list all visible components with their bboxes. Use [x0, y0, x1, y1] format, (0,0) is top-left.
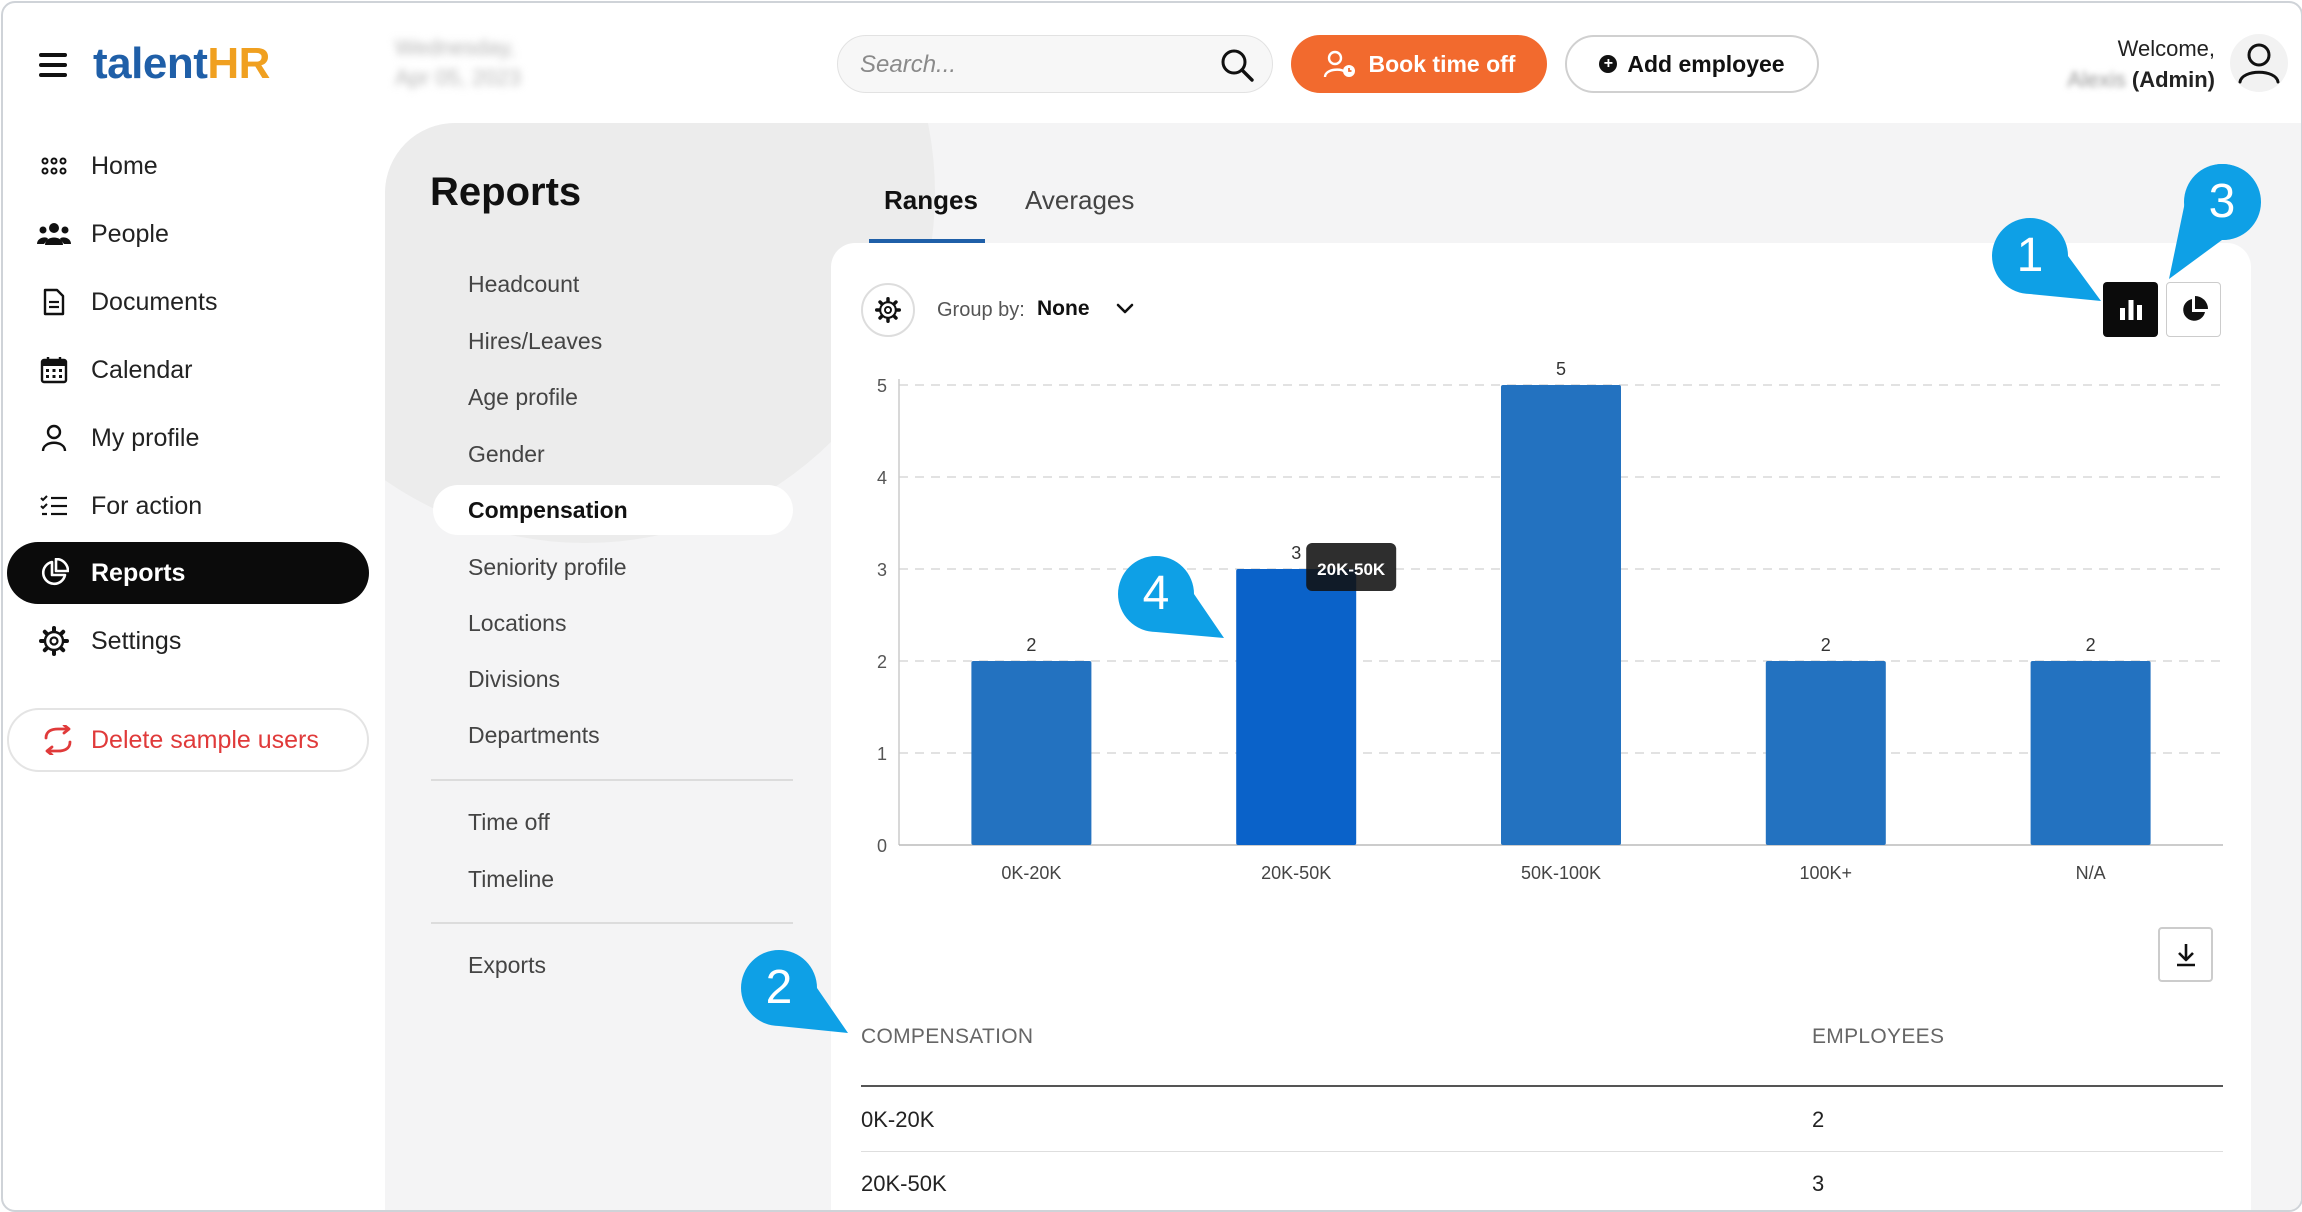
- y-tick-label: 5: [877, 376, 887, 396]
- bar-value-label: 5: [1556, 359, 1566, 379]
- bar: [971, 661, 1092, 845]
- callout-number: 4: [1142, 567, 1170, 620]
- download-button[interactable]: [2158, 927, 2213, 982]
- y-tick-label: 4: [877, 468, 887, 488]
- menu-divider: [431, 922, 793, 924]
- bar: [1765, 661, 1886, 845]
- download-icon: [2176, 943, 2195, 966]
- report-menu-exports[interactable]: Exports: [433, 940, 793, 990]
- column-header-employees[interactable]: EMPLOYEES: [1812, 1025, 1944, 1049]
- table-cell-employees: 2: [1812, 1107, 1825, 1132]
- callout-marker-1: 1: [1991, 217, 2101, 301]
- table-cell-employees: 3: [1812, 1171, 1825, 1196]
- y-tick-label: 3: [877, 560, 887, 580]
- chart-tooltip-text: 20K-50K: [1317, 560, 1386, 579]
- column-header-compensation[interactable]: COMPENSATION: [861, 1025, 1033, 1049]
- x-tick-label: 100K+: [1800, 863, 1853, 883]
- x-tick-label: 20K-50K: [1261, 863, 1331, 883]
- callout-number: 2: [765, 961, 793, 1014]
- y-tick-label: 1: [877, 744, 887, 764]
- y-tick-label: 0: [877, 836, 887, 856]
- bar: [1236, 569, 1357, 845]
- bar: [1501, 385, 1621, 845]
- bar-value-label: 2: [1026, 635, 1036, 655]
- callout-marker-4: 4: [1117, 555, 1224, 638]
- callout-marker-3: 3: [2169, 163, 2261, 279]
- bar-value-label: 3: [1291, 543, 1301, 563]
- callout-number: 3: [2208, 175, 2236, 228]
- bar-value-label: 2: [1821, 635, 1831, 655]
- callout-number: 1: [2016, 229, 2044, 282]
- compensation-bar-chart: 0 1 2 3 4 5 2 0K-20K 3 20K-50K 5 50K-100K 2 100K+ 2 N/A…: [877, 359, 2223, 883]
- table-row-divider: [861, 1151, 2223, 1152]
- x-tick-label: 0K-20K: [1001, 863, 1061, 883]
- x-tick-label: 50K-100K: [1521, 863, 1601, 883]
- bar: [2030, 661, 2151, 845]
- bar-value-label: 2: [2086, 635, 2096, 655]
- table-header-divider: [861, 1085, 2223, 1087]
- table-cell-compensation: 20K-50K: [861, 1171, 947, 1196]
- table-cell-compensation: 0K-20K: [861, 1107, 935, 1132]
- y-tick-label: 2: [877, 652, 887, 672]
- x-tick-label: N/A: [2076, 863, 2106, 883]
- callout-marker-2: 2: [740, 949, 848, 1033]
- app-window: talentHR Wednesday, Apr 05, 2023 Book ti…: [1, 1, 2302, 1212]
